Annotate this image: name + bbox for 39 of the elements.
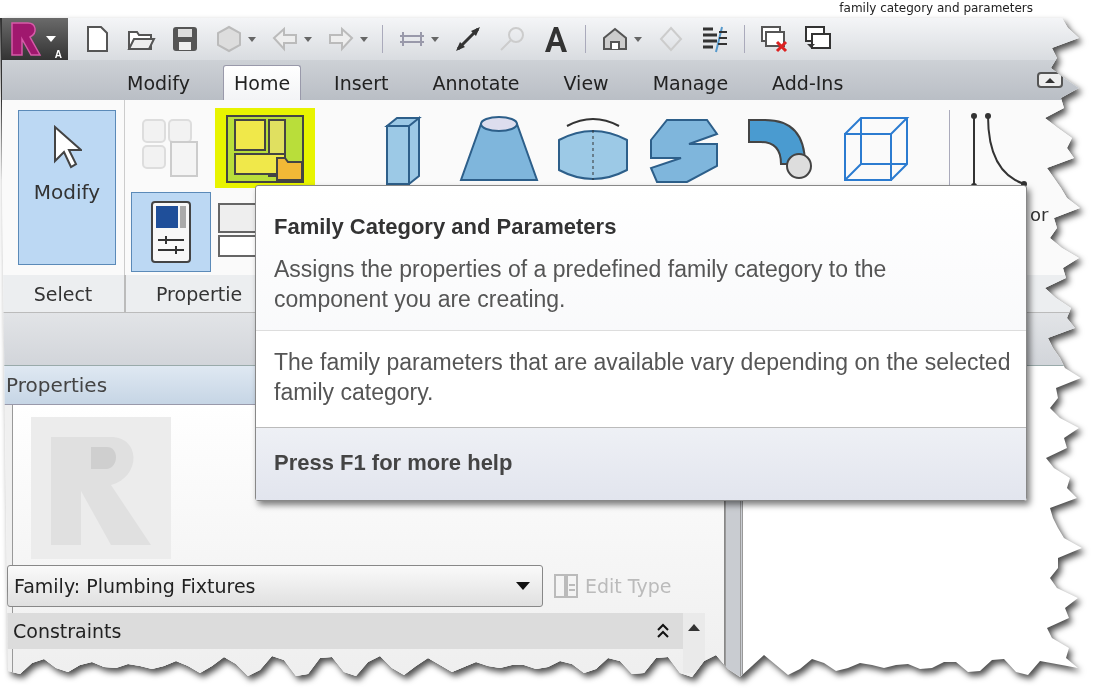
application-menu-button[interactable]: A bbox=[2, 18, 68, 60]
ribbon-tab[interactable]: Manage bbox=[641, 65, 740, 100]
tooltip-extended-text: The family parameters that are available vary depending on the selected family category. bbox=[256, 330, 1026, 427]
logo bbox=[8, 21, 42, 57]
ribbon-tab[interactable]: Annotate bbox=[421, 65, 531, 100]
tooltip-description: Assigns the properties of a predefined family category to the component you are creating. bbox=[273, 255, 888, 314]
ribbon-tab[interactable]: View bbox=[552, 65, 620, 100]
modify-button[interactable]: Modify bbox=[18, 110, 116, 265]
family-category-button[interactable] bbox=[215, 108, 315, 188]
close-windows-icon[interactable] bbox=[759, 24, 789, 54]
ribbon-label: or bbox=[1030, 204, 1049, 225]
cursor-icon bbox=[52, 125, 82, 169]
tooltip-title: Family Category and Parameters bbox=[273, 213, 618, 241]
dimension-icon[interactable] bbox=[453, 24, 483, 54]
section-header[interactable]: Constraints bbox=[7, 613, 683, 649]
type-selector[interactable]: Family: Plumbing Fixtures bbox=[7, 565, 543, 607]
dropdown-arrow-icon[interactable] bbox=[634, 35, 642, 43]
caption-text: family category and parameters bbox=[838, 0, 1034, 16]
dropdown-arrow-icon[interactable] bbox=[360, 35, 368, 43]
panel-label: Propertie bbox=[155, 281, 243, 307]
save-icon[interactable] bbox=[170, 24, 200, 54]
ribbon-tab[interactable]: Modify bbox=[116, 65, 201, 100]
dropdown-arrow-icon bbox=[516, 581, 530, 591]
dropdown-arrow-icon[interactable] bbox=[431, 35, 439, 43]
type-preview-icon bbox=[31, 417, 171, 559]
ribbon-tab[interactable]: Insert bbox=[323, 65, 400, 100]
tooltip-help-hint: Press F1 for more help bbox=[256, 427, 1026, 500]
properties-icon bbox=[148, 200, 194, 264]
dropdown-arrow-icon[interactable] bbox=[304, 35, 312, 43]
thin-lines-icon[interactable] bbox=[700, 24, 730, 54]
caret-icon bbox=[46, 35, 56, 43]
ribbon-tab[interactable]: Home bbox=[222, 65, 302, 100]
dropdown-arrow-icon[interactable] bbox=[248, 35, 256, 43]
scroll-up-icon[interactable] bbox=[688, 623, 700, 631]
ribbon-tab[interactable]: Add-Ins bbox=[761, 65, 855, 100]
properties-button[interactable] bbox=[131, 192, 211, 272]
type-properties-icon bbox=[553, 573, 579, 599]
minimize-ribbon-icon[interactable] bbox=[1037, 72, 1063, 88]
family-category-icon bbox=[223, 112, 307, 184]
